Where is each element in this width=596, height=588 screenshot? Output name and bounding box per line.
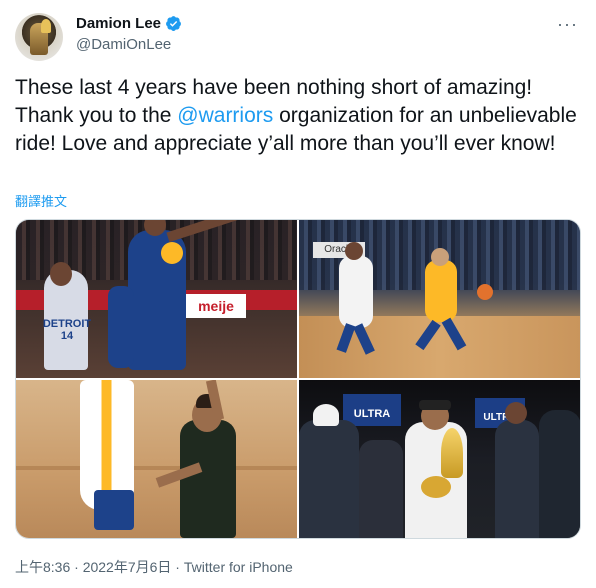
- translate-tweet-link[interactable]: 翻譯推文: [15, 191, 67, 210]
- tweet-time[interactable]: 上午8:36: [15, 559, 70, 575]
- footer-sep-1: ·: [70, 559, 83, 575]
- user-handle[interactable]: @DamiOnLee: [76, 36, 171, 53]
- more-options-icon[interactable]: ···: [557, 14, 578, 35]
- photo-1[interactable]: meije DETROIT 14: [16, 220, 297, 378]
- avatar[interactable]: [15, 13, 63, 61]
- arena-banner: meije: [186, 294, 246, 318]
- footer-sep-2: ·: [171, 559, 184, 575]
- tweet-date[interactable]: 2022年7月6日: [83, 559, 172, 575]
- display-name[interactable]: Damion Lee: [76, 15, 182, 32]
- display-name-text[interactable]: Damion Lee: [76, 15, 161, 32]
- avatar-trophy: [41, 19, 51, 33]
- photo-2[interactable]: Oracle: [299, 220, 580, 378]
- jersey-text: DETROIT 14: [42, 318, 92, 342]
- banner-1: ULTRA: [343, 394, 401, 426]
- tweet-footer: 上午8:36 · 2022年7月6日 · Twitter for iPhone: [15, 557, 293, 577]
- tweet-source-app[interactable]: Twitter for iPhone: [184, 559, 293, 575]
- photo-3[interactable]: [16, 380, 297, 538]
- mention-link[interactable]: @warriors: [177, 104, 273, 127]
- tweet-text: These last 4 years have been nothing sho…: [15, 74, 587, 158]
- verified-badge-icon: [166, 16, 181, 32]
- media-grid: meije DETROIT 14 Oracle ULTRA ULTRA: [15, 219, 581, 539]
- photo-4[interactable]: ULTRA ULTRA: [299, 380, 580, 538]
